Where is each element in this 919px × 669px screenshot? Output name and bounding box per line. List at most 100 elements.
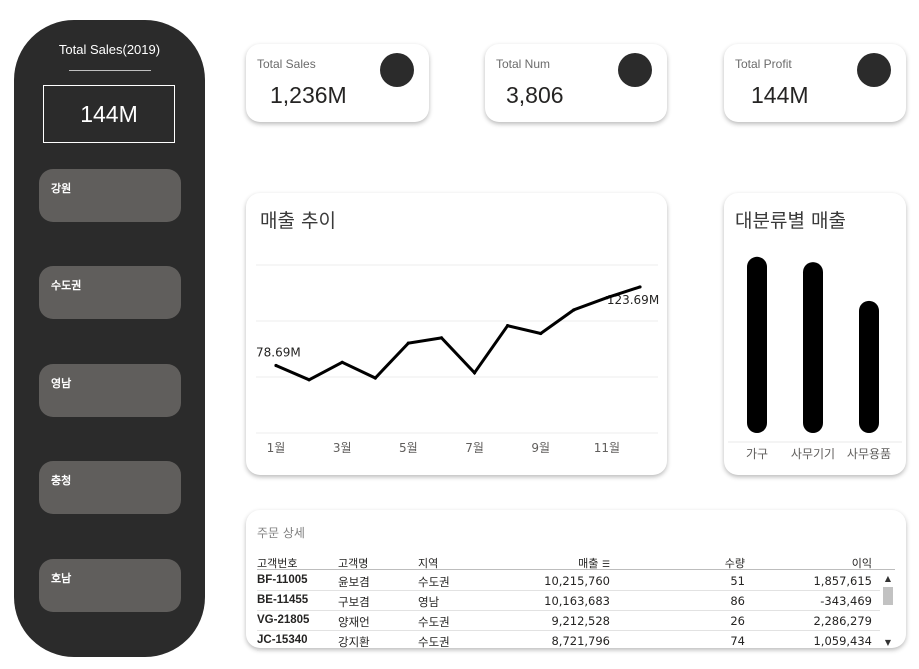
cell-region: 영남 [418,595,440,609]
scroll-up-icon[interactable]: ▲ [881,573,895,585]
sidebar: Total Sales(2019) 144M 강원 수도권 영남 충청 호남 [14,20,205,657]
kpi-value: 144M [751,82,809,108]
sort-descending-icon[interactable]: ☰ [602,560,610,570]
table-header-row: 고객번호 고객명 지역 매출 ☰ 수량 이익 [257,552,895,570]
cell-region: 수도권 [418,575,450,589]
region-button-label: 호남 [51,572,72,585]
kpi-value: 1,236M [270,82,347,108]
kpi-label: Total Num [496,57,551,71]
bar-chart-card: 대분류별 매출 가구 사무기기 사무용품 [724,193,906,475]
cell-sales: 10,163,683 [544,594,610,608]
cell-quantity: 74 [730,634,745,648]
cell-customer-name: 강지환 [338,635,370,649]
table-row[interactable]: BF-11005 윤보겸 수도권 10,215,760 51 1,857,615 [257,571,880,591]
cell-profit: 1,059,434 [813,634,872,648]
region-button-label: 충청 [51,474,72,487]
x-tick-label: 9월 [531,441,550,455]
cell-customer-id: VG-21805 [257,614,310,626]
category-bar[interactable] [859,300,879,433]
sales-trend-line [275,285,641,382]
table-row[interactable]: BE-11455 구보겸 영남 10,163,683 86 -343,469 [257,591,880,611]
region-button-gangwon[interactable]: 강원 [39,169,181,222]
region-button-chungcheong[interactable]: 충청 [39,461,181,514]
x-tick-label: 7월 [465,441,484,455]
cell-profit: -343,469 [820,594,872,608]
region-button-capital[interactable]: 수도권 [39,266,181,319]
line-chart-card: 매출 추이 78.69M 123.69M 1월 3월 5월 7월 9월 11월 [246,193,667,475]
cell-quantity: 26 [730,614,745,628]
sidebar-kpi-value: 144M [80,100,138,127]
line-point[interactable] [373,376,377,380]
line-point[interactable] [506,324,510,328]
cell-profit: 1,857,615 [813,574,872,588]
column-header-profit[interactable]: 이익 [852,555,872,571]
line-point[interactable] [605,296,609,300]
region-button-yeongnam[interactable]: 영남 [39,364,181,417]
x-tick-label: 11월 [594,441,620,455]
region-button-label: 영남 [51,377,72,390]
kpi-label: Total Sales [257,57,316,71]
cell-customer-id: BF-11005 [257,574,308,586]
category-bar[interactable] [803,262,823,433]
cell-sales: 8,721,796 [551,634,610,648]
sidebar-title: Total Sales(2019) [58,42,161,57]
cell-quantity: 86 [730,594,745,608]
cell-sales: 9,212,528 [551,614,610,628]
cell-customer-name: 윤보겸 [338,575,370,589]
order-detail-card: 주문 상세 고객번호 고객명 지역 매출 ☰ 수량 이익 BF-11005 윤보겸… [246,510,906,651]
x-tick-label: 가구 [746,447,768,461]
region-button-label: 수도권 [51,279,82,292]
line-point[interactable] [472,371,477,375]
x-tick-label: 1월 [267,441,286,455]
line-point[interactable] [406,341,410,345]
table-row[interactable]: JC-15340 강지환 수도권 8,721,796 74 1,059,434 [257,631,880,651]
cell-customer-name: 양재언 [338,615,370,629]
cell-profit: 2,286,279 [813,614,872,628]
column-header-customer-id[interactable]: 고객번호 [257,555,297,571]
kpi-card-total-num: Total Num 3,806 [485,44,667,122]
x-tick-label: 3월 [333,441,352,455]
line-point[interactable] [572,308,576,312]
column-header-sales-label: 매출 [578,557,599,570]
table-row[interactable]: VG-21805 양재언 수도권 9,212,528 26 2,286,279 [257,611,880,631]
line-point[interactable] [340,360,344,364]
cell-quantity: 51 [730,574,745,588]
line-data-label-first: 78.69M [256,345,301,359]
kpi-value: 3,806 [506,82,564,108]
cell-sales: 10,215,760 [544,574,610,588]
sidebar-title-divider [69,70,151,71]
kpi-card-total-profit: Total Profit 144M [724,44,906,122]
region-button-honam[interactable]: 호남 [39,559,181,612]
scroll-down-icon[interactable]: ▼ [881,637,895,649]
kpi-card-total-sales: Total Sales 1,236M [246,44,429,122]
kpi-label: Total Profit [735,57,792,71]
table-scrollbar[interactable]: ▲ ▼ [881,571,895,651]
x-tick-label: 사무기기 [791,447,835,461]
kpi-circle-icon [618,53,652,87]
cell-customer-id: JC-15340 [257,634,308,646]
column-header-region[interactable]: 지역 [418,555,438,571]
line-point[interactable] [274,363,278,368]
kpi-circle-icon [857,53,891,87]
line-chart: 78.69M 123.69M 1월 3월 5월 7월 9월 11월 [256,264,659,455]
line-point[interactable] [307,378,311,382]
category-bar[interactable] [747,256,767,433]
cell-customer-id: BE-11455 [257,594,309,606]
column-header-sales[interactable]: 매출 ☰ [578,555,610,571]
region-button-label: 강원 [51,182,72,195]
column-header-customer-name[interactable]: 고객명 [338,555,368,571]
kpi-circle-icon [380,53,414,87]
x-tick-label: 사무용품 [847,447,891,461]
line-point[interactable] [439,336,444,340]
column-header-quantity[interactable]: 수량 [725,555,745,571]
cell-region: 수도권 [418,635,450,649]
line-point[interactable] [638,285,642,289]
bar-chart: 가구 사무기기 사무용품 [728,256,902,461]
scrollbar-thumb[interactable] [883,587,893,605]
sidebar-kpi-card: 144M [43,85,175,143]
line-point[interactable] [539,331,543,336]
cell-customer-name: 구보겸 [338,595,370,609]
table-title: 주문 상세 [257,526,305,540]
x-tick-label: 5월 [399,441,418,455]
cell-region: 수도권 [418,615,450,629]
